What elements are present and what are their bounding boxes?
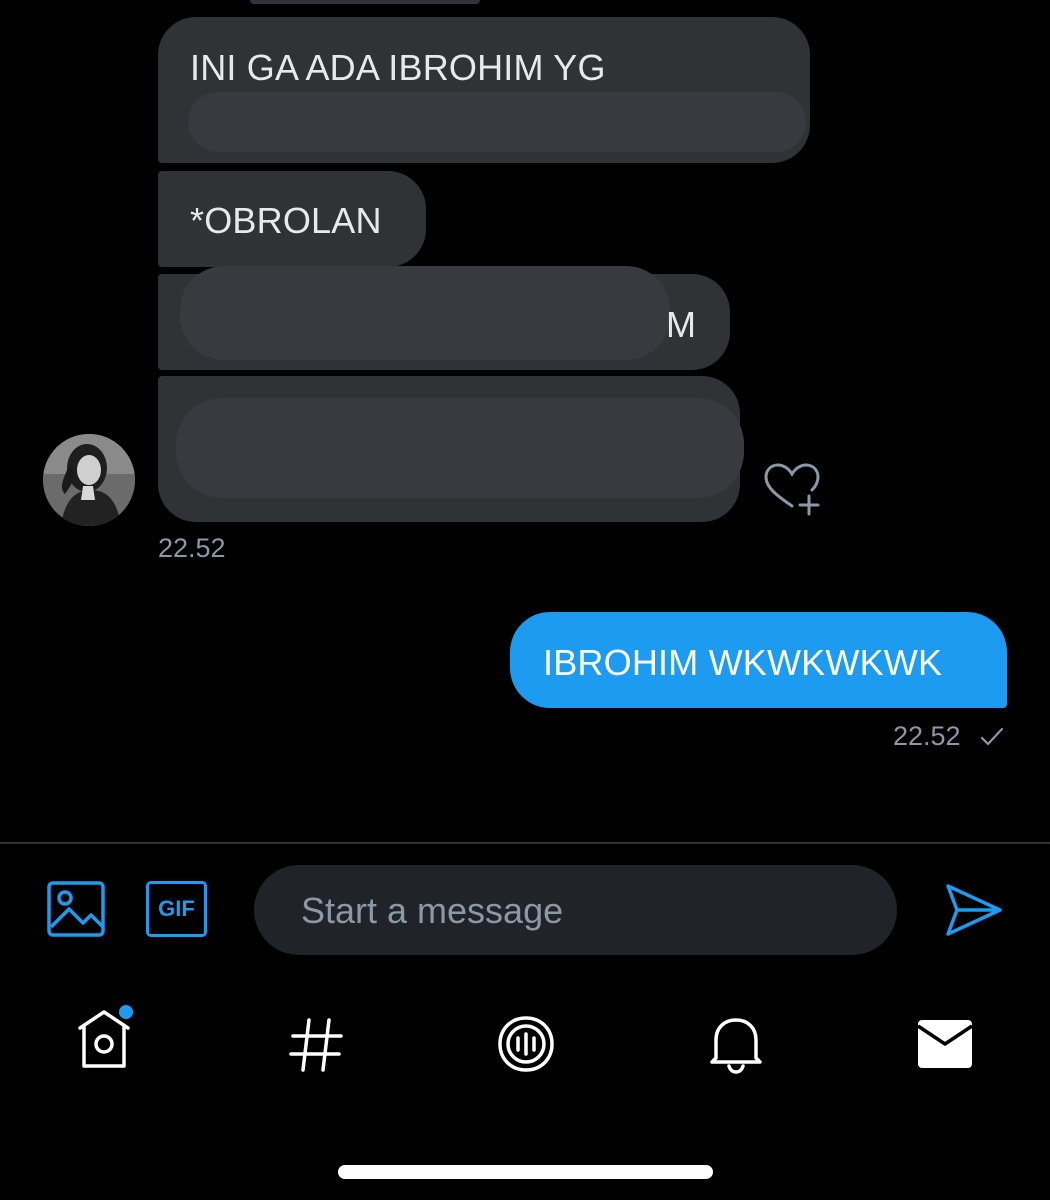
message-composer[interactable] bbox=[254, 865, 897, 957]
outgoing-message[interactable]: IBROHIM WKWKWKWK bbox=[510, 612, 1007, 708]
image-icon[interactable] bbox=[47, 881, 105, 937]
spaces-icon bbox=[498, 1016, 554, 1072]
notification-dot bbox=[119, 1005, 133, 1019]
clipped-previous-message bbox=[250, 0, 480, 4]
message-timestamp: 22.52 bbox=[893, 721, 961, 751]
tab-explore[interactable] bbox=[287, 1016, 345, 1074]
gif-button[interactable]: GIF bbox=[146, 881, 207, 937]
checkmark-icon bbox=[980, 726, 1004, 748]
tab-home[interactable] bbox=[72, 1002, 138, 1074]
gif-label: GIF bbox=[158, 896, 195, 921]
send-icon[interactable] bbox=[944, 880, 1004, 940]
bell-icon bbox=[710, 1018, 762, 1074]
redacted-text bbox=[176, 398, 744, 498]
incoming-message[interactable]: *OBROLAN bbox=[158, 171, 426, 267]
incoming-message[interactable]: INI GA ADA IBROHIM YG bbox=[158, 17, 810, 163]
message-input[interactable] bbox=[299, 865, 863, 957]
tab-spaces[interactable] bbox=[496, 1014, 556, 1074]
message-text: IBROHIM WKWKWKWK bbox=[543, 642, 943, 683]
composer-divider bbox=[0, 842, 1050, 844]
home-indicator[interactable] bbox=[338, 1165, 713, 1179]
tab-notifications[interactable] bbox=[706, 1012, 766, 1074]
mail-icon bbox=[917, 1020, 973, 1068]
avatar-photo bbox=[43, 434, 135, 526]
contact-avatar[interactable] bbox=[43, 434, 135, 526]
redacted-text bbox=[188, 92, 806, 152]
hashtag-icon bbox=[289, 1018, 343, 1072]
redacted-text bbox=[180, 266, 670, 360]
home-icon bbox=[78, 1005, 133, 1068]
heart-plus-icon[interactable] bbox=[762, 462, 824, 518]
tab-messages[interactable] bbox=[916, 1018, 974, 1070]
incoming-message[interactable]: M bbox=[158, 266, 730, 370]
message-timestamp: 22.52 bbox=[158, 533, 226, 563]
message-text: INI GA ADA IBROHIM YG bbox=[190, 47, 606, 88]
incoming-message[interactable] bbox=[158, 376, 744, 522]
message-text: *OBROLAN bbox=[190, 200, 382, 241]
message-text: M bbox=[666, 304, 697, 345]
